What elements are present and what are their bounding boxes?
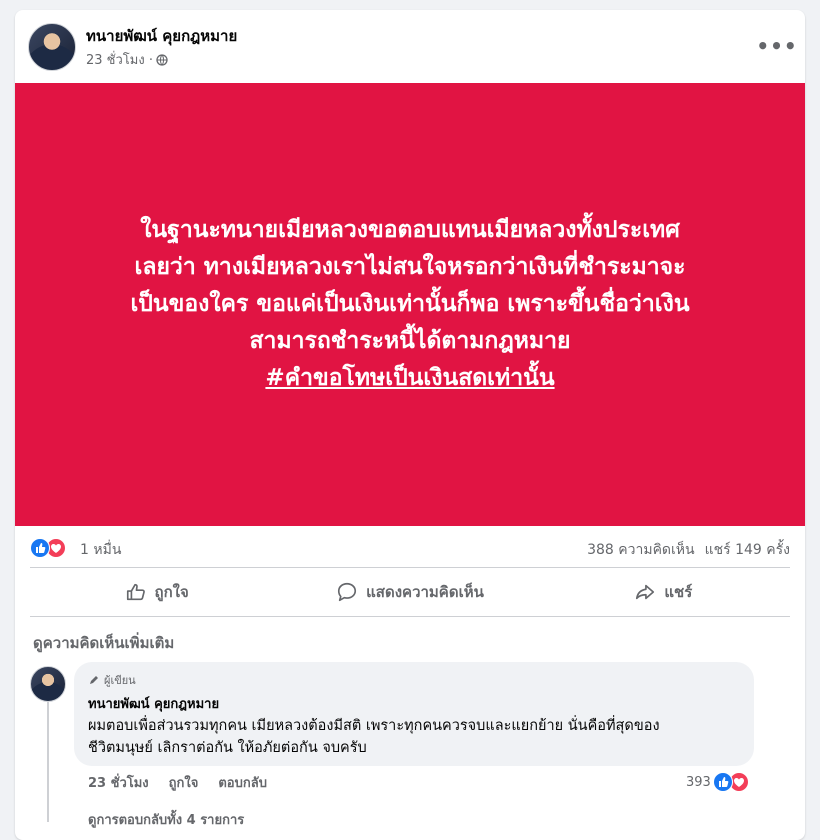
more-options-button[interactable]: •••	[756, 28, 798, 64]
post-header: ทนายพัฒน์ คุยกฎหมาย 23 ชั่วโมง · •••	[15, 10, 805, 82]
author-name[interactable]: ทนายพัฒน์ คุยกฎหมาย	[86, 24, 237, 48]
comment-line: ชีวิตมนุษย์ เลิกราต่อกัน ให้อภัยต่อกัน จ…	[88, 740, 367, 756]
comment-bubble: ผู้เขียน ทนายพัฒน์ คุยกฎหมาย ผมตอบเพื่อส…	[74, 662, 754, 766]
like-reaction-icon	[712, 772, 733, 792]
like-reaction-icon	[30, 538, 50, 558]
comment-button[interactable]: แสดงความคิดเห็น	[283, 572, 536, 612]
like-button[interactable]: ถูกใจ	[30, 572, 283, 612]
author-badge: ผู้เขียน	[88, 671, 136, 689]
comment-line: ผมตอบเพื่อส่วนรวมทุกคน เมียหลวงต้องมีสติ…	[88, 718, 660, 734]
pencil-icon	[90, 676, 98, 684]
thumbs-up-icon	[126, 583, 145, 601]
post-meta: 23 ชั่วโมง ·	[86, 49, 168, 70]
divider	[30, 616, 790, 617]
post-time[interactable]: 23 ชั่วโมง ·	[86, 49, 153, 70]
comment-reactions[interactable]: 393	[686, 772, 749, 792]
post-card: ทนายพัฒน์ คุยกฎหมาย 23 ชั่วโมง · ••• ในฐ…	[15, 10, 805, 840]
banner-line: เลยว่า ทางเมียหลวงเราไม่สนใจหรอกว่าเงินท…	[134, 254, 686, 280]
more-horizontal-icon: •••	[756, 34, 798, 58]
reply-thread-line	[47, 702, 49, 822]
comment-time[interactable]: 23 ชั่วโมง	[88, 772, 149, 793]
globe-icon	[156, 53, 168, 66]
comment-count[interactable]: 388 ความคิดเห็น	[587, 539, 695, 561]
like-label: ถูกใจ	[154, 583, 189, 601]
comment-footer: 23 ชั่วโมง ถูกใจ ตอบกลับ	[88, 772, 267, 793]
comment-reply-button[interactable]: ตอบกลับ	[218, 772, 267, 793]
reaction-count[interactable]: 1 หมื่น	[80, 539, 121, 561]
comment-text: ผมตอบเพื่อส่วนรวมทุกคน เมียหลวงต้องมีสติ…	[88, 715, 748, 759]
banner-line: ในฐานะทนายเมียหลวงขอตอบแทนเมียหลวงทั้งปร…	[140, 217, 680, 243]
comment-label: แสดงความคิดเห็น	[366, 583, 484, 601]
comment-icon	[338, 582, 357, 602]
author-badge-label: ผู้เขียน	[104, 674, 136, 687]
reaction-icons[interactable]	[30, 538, 72, 558]
banner-line: เป็นของใคร ขอแค่เป็นเงินเท่านั้นก็พอ เพร…	[130, 291, 690, 317]
comment-reaction-count: 393	[686, 774, 711, 790]
hashtag-link[interactable]: #คำขอโทษเป็นเงินสดเท่านั้น	[265, 360, 554, 397]
action-bar: ถูกใจ แสดงความคิดเห็น แชร์	[30, 572, 790, 612]
share-count[interactable]: แชร์ 149 ครั้ง	[705, 539, 790, 561]
banner-line: สามารถชำระหนี้ได้ตามกฎหมาย	[249, 328, 571, 354]
share-button[interactable]: แชร์	[537, 572, 790, 612]
comment-avatar[interactable]	[30, 666, 66, 702]
post-stats: 1 หมื่น 388 ความคิดเห็น แชร์ 149 ครั้ง	[15, 530, 805, 566]
divider	[30, 567, 790, 568]
share-icon	[636, 584, 655, 600]
stats-right: 388 ความคิดเห็น แชร์ 149 ครั้ง	[587, 539, 790, 561]
author-avatar[interactable]	[28, 23, 76, 71]
post-banner[interactable]: ในฐานะทนายเมียหลวงขอตอบแทนเมียหลวงทั้งปร…	[15, 83, 805, 526]
comment-author[interactable]: ทนายพัฒน์ คุยกฎหมาย	[88, 693, 219, 714]
view-replies[interactable]: ดูการตอบกลับทั้ง 4 รายการ	[88, 809, 244, 830]
view-more-comments[interactable]: ดูความคิดเห็นเพิ่มเติม	[33, 631, 174, 655]
comment-like-button[interactable]: ถูกใจ	[169, 772, 199, 793]
share-label: แชร์	[664, 583, 693, 601]
